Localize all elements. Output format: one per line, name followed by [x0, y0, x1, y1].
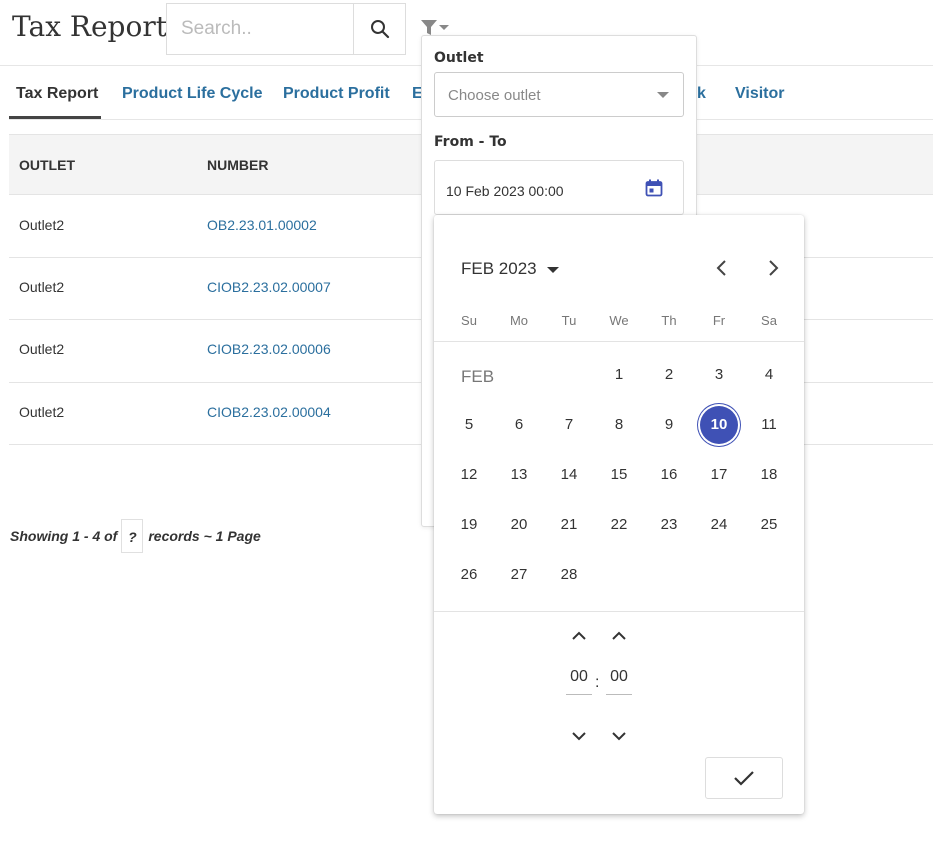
calendar-day[interactable]: 4: [749, 355, 789, 395]
calendar-day[interactable]: 25: [749, 505, 789, 545]
pagination-total-count: ?: [121, 519, 144, 553]
calendar-day[interactable]: 21: [549, 505, 589, 545]
calendar-day[interactable]: 20: [499, 505, 539, 545]
calendar-day[interactable]: 15: [599, 455, 639, 495]
next-month-button[interactable]: [760, 255, 786, 281]
hour-value[interactable]: 00: [566, 668, 592, 695]
chevron-down-icon: [612, 732, 626, 741]
calendar-day[interactable]: 24: [699, 505, 739, 545]
minute-value[interactable]: 00: [606, 668, 632, 695]
calendar-day-selected[interactable]: 10: [698, 404, 740, 446]
calendar-divider: [434, 611, 804, 612]
month-year-label: FEB 2023: [461, 259, 537, 278]
search-icon: [371, 20, 390, 39]
calendar-day[interactable]: 23: [649, 505, 689, 545]
pagination-suffix: records ~ 1 Page: [148, 528, 261, 544]
cell-outlet: Outlet2: [19, 404, 65, 420]
calendar-day[interactable]: 7: [549, 405, 589, 445]
tab-tax-report[interactable]: Tax Report: [16, 85, 98, 103]
calendar-icon[interactable]: [645, 179, 663, 197]
calendar-day[interactable]: 18: [749, 455, 789, 495]
search-input[interactable]: [167, 4, 353, 54]
calendar-day[interactable]: 14: [549, 455, 589, 495]
calendar-day[interactable]: 17: [699, 455, 739, 495]
minute-decrement-button[interactable]: [607, 726, 631, 746]
cell-outlet: Outlet2: [19, 279, 65, 295]
pagination-info: Showing 1 - 4 of ? records ~ 1 Page: [10, 518, 261, 554]
calendar-day[interactable]: 13: [499, 455, 539, 495]
outlet-select[interactable]: Choose outlet: [434, 72, 684, 117]
pagination-prefix: Showing 1 - 4 of: [10, 528, 118, 544]
search-box: [166, 3, 406, 55]
chevron-up-icon: [612, 631, 626, 640]
chevron-up-icon: [572, 631, 586, 640]
date-range-value: 10 Feb 2023 00:00: [446, 183, 564, 199]
calendar-day[interactable]: 19: [449, 505, 489, 545]
caret-down-icon: [657, 92, 669, 98]
cell-number-link[interactable]: CIOB2.23.02.00004: [207, 404, 331, 420]
weekday-label: Mo: [509, 313, 529, 328]
weekday-label: Th: [661, 313, 677, 328]
cell-outlet: Outlet2: [19, 341, 65, 357]
calendar-day[interactable]: 28: [549, 555, 589, 595]
hour-increment-button[interactable]: [567, 626, 591, 646]
cell-number-link[interactable]: OB2.23.01.00002: [207, 217, 317, 233]
date-range-field[interactable]: 10 Feb 2023 00:00: [434, 160, 684, 215]
cell-outlet: Outlet2: [19, 217, 65, 233]
weekday-label: Fr: [712, 313, 726, 328]
tab-visitor[interactable]: Visitor: [735, 85, 785, 103]
weekday-label: Tu: [561, 313, 577, 328]
calendar-day[interactable]: 27: [499, 555, 539, 595]
outlet-select-placeholder: Choose outlet: [448, 87, 541, 104]
calendar-day[interactable]: 9: [649, 405, 689, 445]
hour-decrement-button[interactable]: [567, 726, 591, 746]
calendar-day[interactable]: 2: [649, 355, 689, 395]
time-separator: :: [595, 674, 600, 691]
calendar-day[interactable]: 16: [649, 455, 689, 495]
column-header-number: NUMBER: [207, 157, 269, 173]
calendar-day[interactable]: 12: [449, 455, 489, 495]
calendar-day[interactable]: 26: [449, 555, 489, 595]
weekday-label: Su: [461, 313, 477, 328]
weekday-label: We: [609, 313, 629, 328]
chevron-right-icon: [769, 260, 779, 276]
minute-increment-button[interactable]: [607, 626, 631, 646]
calendar-day[interactable]: 22: [599, 505, 639, 545]
calendar-day[interactable]: 6: [499, 405, 539, 445]
date-picker-popup: FEB 2023 Su Mo Tu We Th Fr Sa FEB 1 2 3 4 5 6 7 8 9 10 1…: [434, 215, 804, 814]
previous-month-button[interactable]: [709, 255, 735, 281]
confirm-button[interactable]: [705, 757, 783, 799]
outlet-label: Outlet: [434, 50, 484, 66]
checkmark-icon: [734, 771, 754, 786]
calendar-divider: [434, 341, 804, 342]
cell-number-link[interactable]: CIOB2.23.02.00006: [207, 341, 331, 357]
weekday-label: Sa: [761, 313, 777, 328]
calendar-day[interactable]: 3: [699, 355, 739, 395]
calendar-month-label: FEB: [461, 367, 495, 386]
calendar-day[interactable]: 8: [599, 405, 639, 445]
chevron-left-icon: [716, 260, 726, 276]
month-year-selector[interactable]: FEB 2023: [461, 259, 559, 279]
tab-partial-k[interactable]: k: [697, 85, 706, 103]
calendar-day[interactable]: 1: [599, 355, 639, 395]
cell-number-link[interactable]: CIOB2.23.02.00007: [207, 279, 331, 295]
caret-down-icon: [546, 267, 559, 273]
tab-product-profit[interactable]: Product Profit: [283, 85, 390, 103]
tab-product-life-cycle[interactable]: Product Life Cycle: [122, 85, 262, 103]
date-range-label: From - To: [434, 134, 507, 150]
column-header-outlet: OUTLET: [19, 157, 75, 173]
chevron-down-icon: [572, 732, 586, 741]
calendar-day[interactable]: 5: [449, 405, 489, 445]
calendar-day[interactable]: 11: [749, 405, 789, 445]
search-button[interactable]: [353, 4, 406, 54]
page-title: Tax Report: [12, 10, 167, 43]
